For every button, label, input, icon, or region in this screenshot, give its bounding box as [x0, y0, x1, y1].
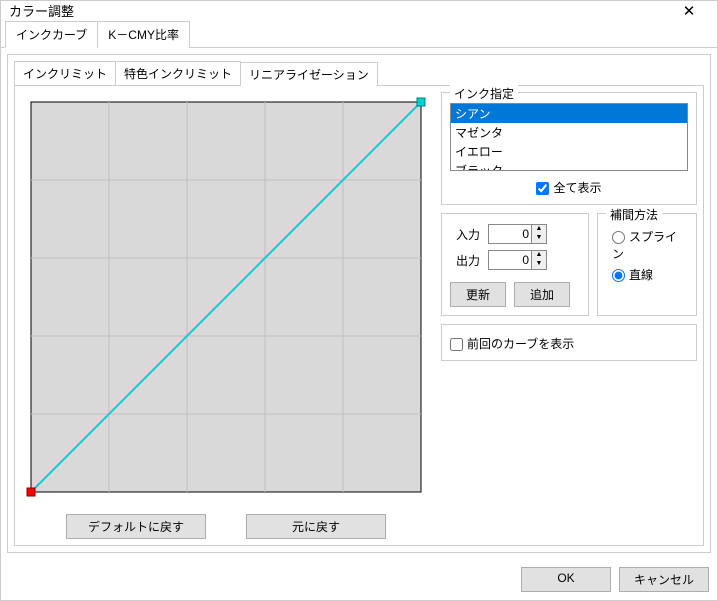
output-value[interactable] [489, 251, 531, 269]
reset-row: デフォルトに戻す 元に戻す [66, 514, 386, 539]
show-all-checkbox[interactable]: 全て表示 [536, 181, 601, 195]
prev-curve-checkbox[interactable]: 前回のカーブを表示 [450, 337, 574, 351]
interp-fieldset: 補間方法 スプライン 直線 [597, 213, 697, 316]
controls-column: インク指定 シアン マゼンタ イエロー ブラック 全て表示 [441, 92, 697, 539]
inner-content: デフォルトに戻す 元に戻す インク指定 シアン マゼンタ イエロー ブラック [14, 85, 704, 546]
tab-ink-curve[interactable]: インクカーブ [5, 21, 98, 48]
prev-curve-input[interactable] [450, 338, 463, 351]
io-fieldset: 入力 ▲▼ 出力 [441, 213, 589, 316]
io-row: 入力 ▲▼ 出力 [441, 213, 697, 316]
main-row: デフォルトに戻す 元に戻す インク指定 シアン マゼンタ イエロー ブラック [21, 92, 697, 539]
cancel-button[interactable]: キャンセル [619, 567, 709, 592]
output-down-icon[interactable]: ▼ [532, 260, 546, 269]
input-value[interactable] [489, 225, 531, 243]
default-button[interactable]: デフォルトに戻す [66, 514, 206, 539]
input-up-icon[interactable]: ▲ [532, 225, 546, 234]
ink-item-yellow[interactable]: イエロー [451, 142, 687, 161]
output-label: 出力 [450, 252, 480, 269]
tab-spot-ink-limit[interactable]: 特色インクリミット [115, 61, 241, 85]
curve-graph[interactable] [21, 92, 431, 502]
input-label: 入力 [450, 226, 480, 243]
close-icon[interactable]: ✕ [669, 2, 709, 20]
update-button[interactable]: 更新 [450, 282, 506, 307]
show-all-input[interactable] [536, 182, 549, 195]
output-spinner[interactable]: ▲▼ [488, 250, 547, 270]
input-down-icon[interactable]: ▼ [532, 234, 546, 243]
prev-curve-fieldset: 前回のカーブを表示 [441, 324, 697, 361]
show-all-label: 全て表示 [553, 181, 601, 195]
ink-item-magenta[interactable]: マゼンタ [451, 123, 687, 142]
prev-curve-label: 前回のカーブを表示 [467, 337, 574, 351]
input-spinner[interactable]: ▲▼ [488, 224, 547, 244]
inner-tabs: インクリミット 特色インクリミット リニアライゼーション [14, 61, 704, 85]
ok-button[interactable]: OK [521, 567, 611, 592]
ink-spec-fieldset: インク指定 シアン マゼンタ イエロー ブラック 全て表示 [441, 92, 697, 205]
spline-radio[interactable]: スプライン [612, 228, 688, 262]
add-button[interactable]: 追加 [514, 282, 570, 307]
line-label: 直線 [629, 268, 653, 282]
outer-tabs: インクカーブ K－CMY比率 [1, 20, 717, 48]
ink-spec-legend: インク指定 [450, 85, 518, 102]
ink-list[interactable]: シアン マゼンタ イエロー ブラック [450, 103, 688, 171]
output-up-icon[interactable]: ▲ [532, 251, 546, 260]
color-adjust-dialog: カラー調整 ✕ インクカーブ K－CMY比率 インクリミット 特色インクリミット… [0, 0, 718, 601]
footer: OK キャンセル [1, 559, 717, 600]
ink-item-cyan[interactable]: シアン [451, 104, 687, 123]
interp-legend: 補間方法 [606, 206, 662, 223]
tab-linearization[interactable]: リニアライゼーション [240, 62, 378, 86]
graph-column: デフォルトに戻す 元に戻す [21, 92, 431, 539]
undo-button[interactable]: 元に戻す [246, 514, 386, 539]
outer-content: インクリミット 特色インクリミット リニアライゼーション [7, 54, 711, 553]
titlebar: カラー調整 ✕ [1, 1, 717, 20]
ink-item-black[interactable]: ブラック [451, 161, 687, 171]
line-radio[interactable]: 直線 [612, 266, 653, 283]
window-title: カラー調整 [9, 1, 669, 20]
tab-ink-limit[interactable]: インクリミット [14, 61, 116, 85]
tab-k-cmy-ratio[interactable]: K－CMY比率 [97, 21, 190, 48]
